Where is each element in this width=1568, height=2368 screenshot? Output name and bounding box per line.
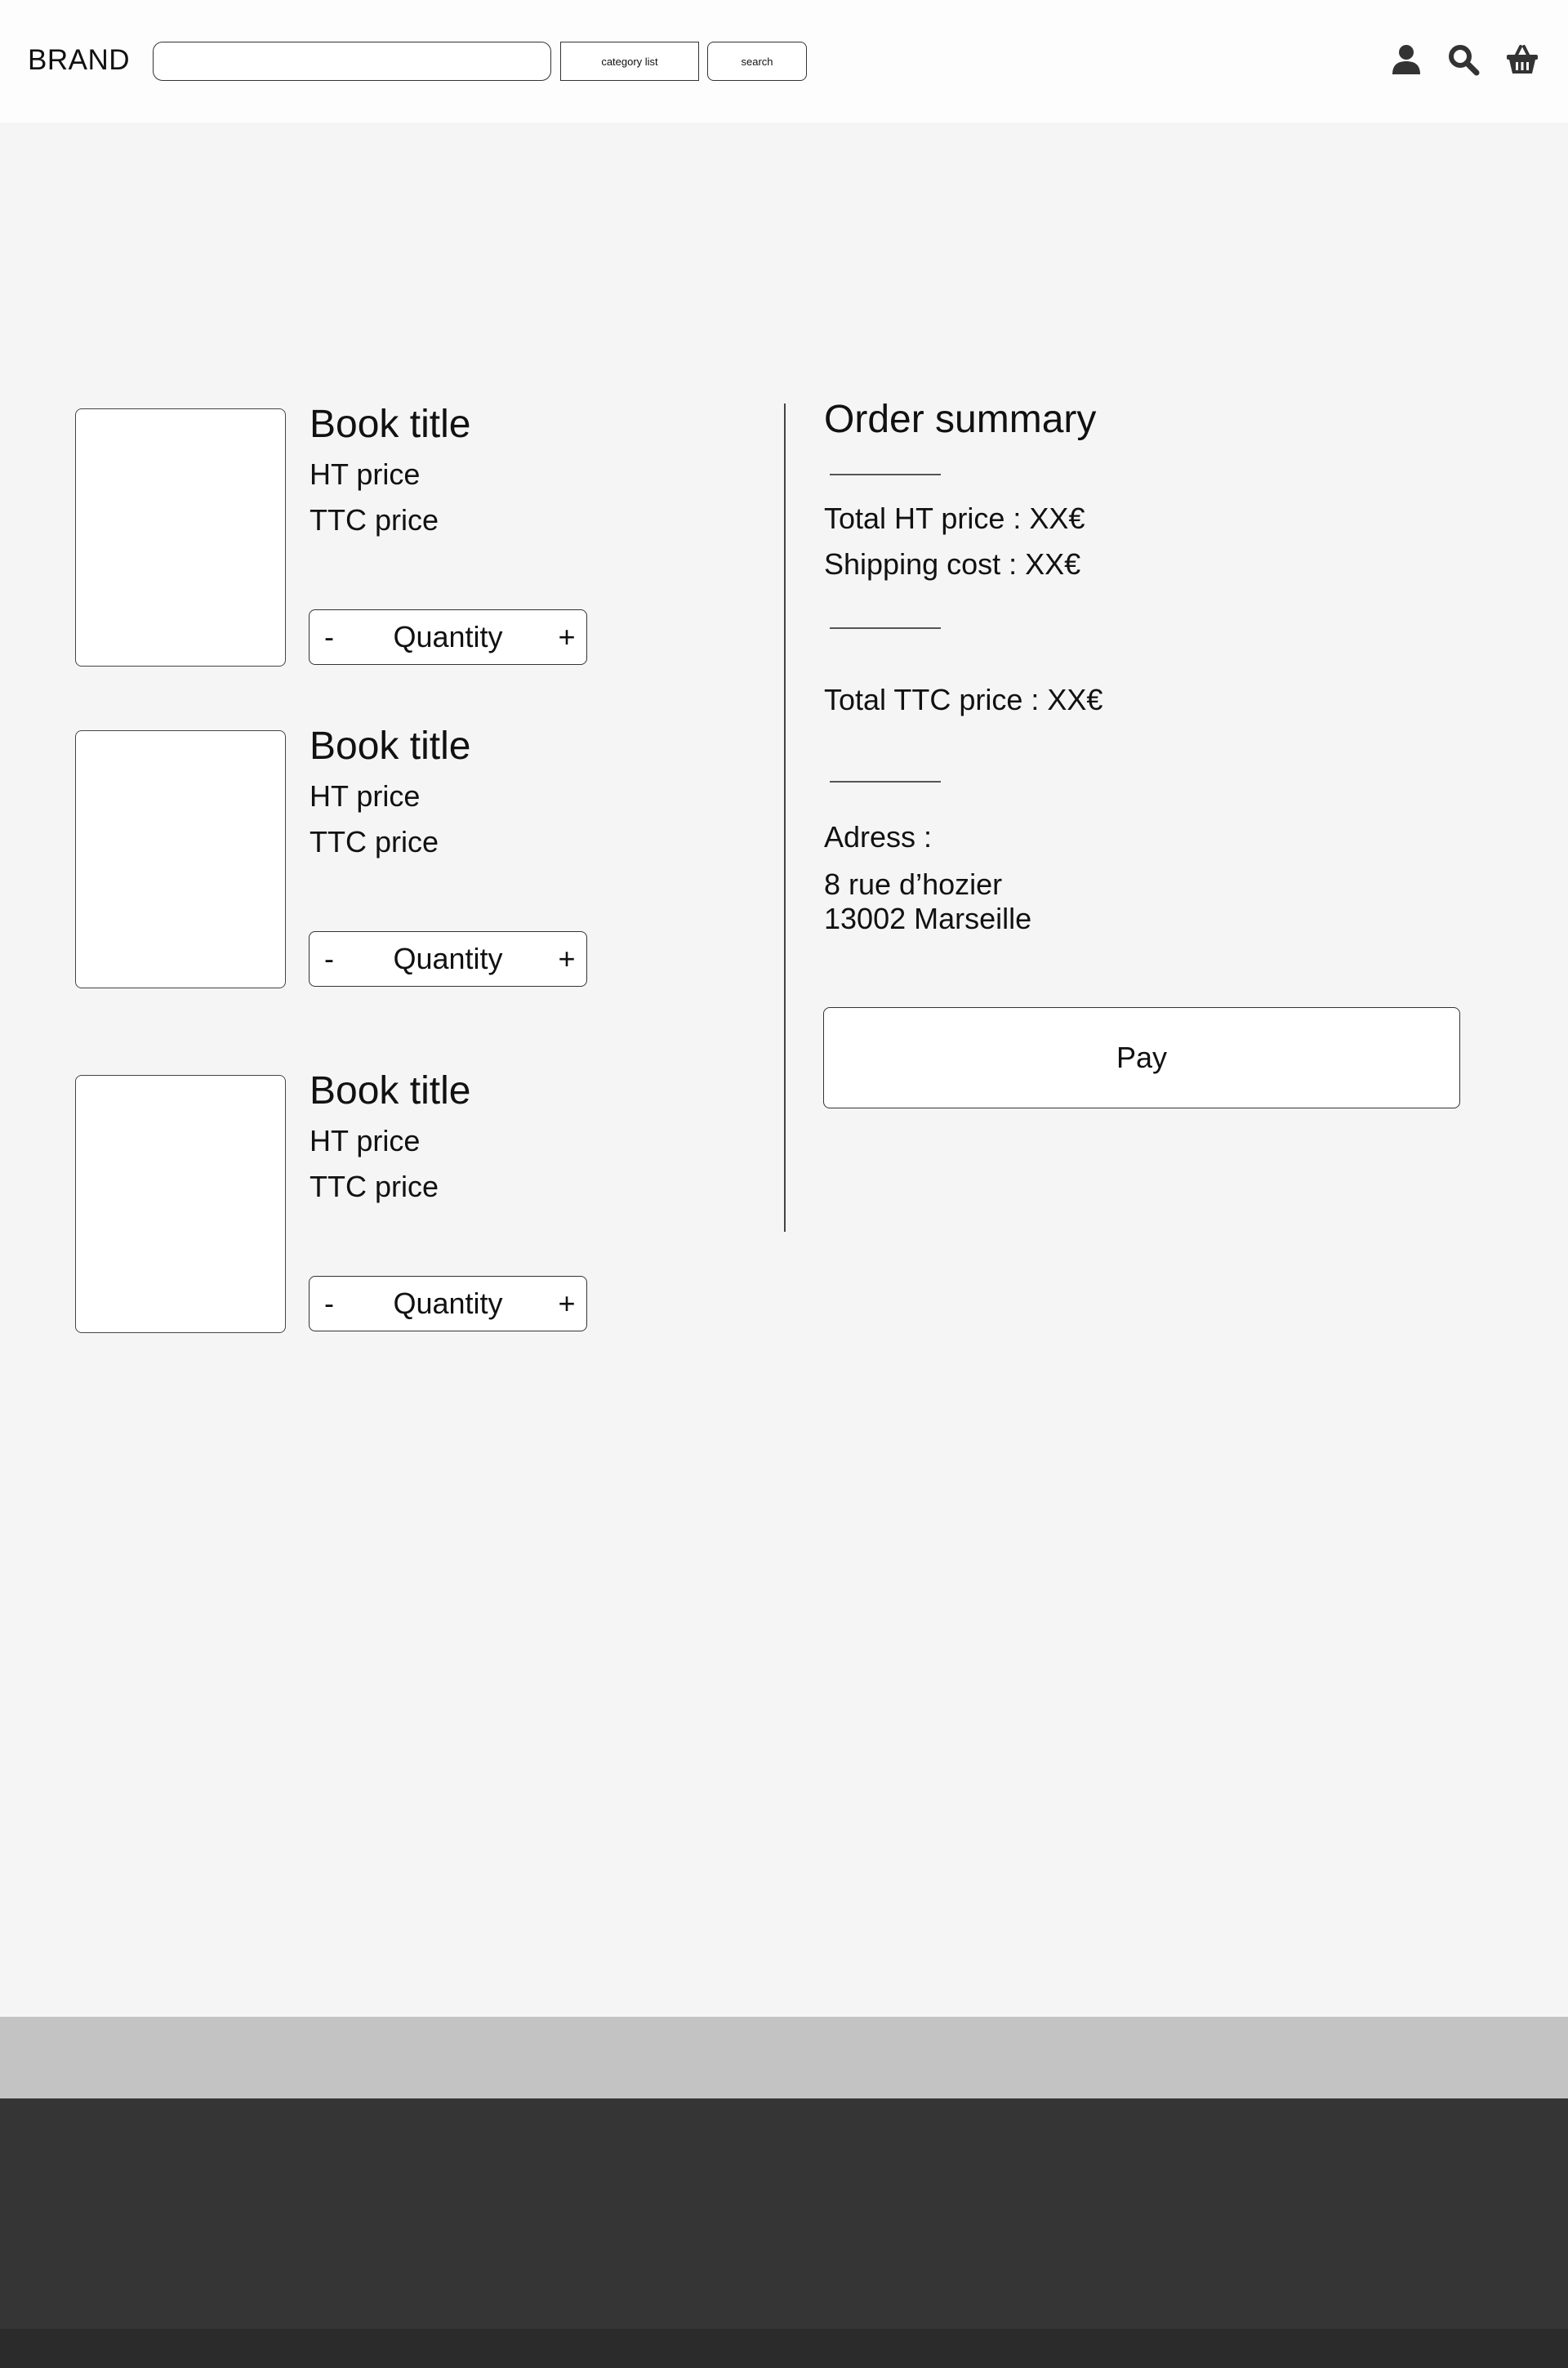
book-title[interactable]: Book title (310, 1068, 470, 1113)
order-summary-title: Order summary (824, 398, 1097, 441)
column-divider (784, 404, 786, 1232)
category-select[interactable]: category list (560, 42, 699, 81)
footer (0, 2098, 1568, 2329)
search-button[interactable]: search (707, 42, 807, 81)
summary-rule (830, 781, 941, 783)
total-ttc-price: Total TTC price : XX€ (824, 683, 1103, 716)
cart-item: Book title HT price TTC price - Quantity… (75, 725, 598, 992)
search-button-label: search (741, 55, 773, 68)
book-title[interactable]: Book title (310, 724, 470, 769)
ttc-price: TTC price (310, 1170, 439, 1203)
cart-item: Book title HT price TTC price - Quantity… (75, 1069, 598, 1336)
ttc-price: TTC price (310, 825, 439, 858)
category-select-label: category list (601, 55, 658, 68)
total-ht-price: Total HT price : XX€ (824, 502, 1085, 535)
ht-price: HT price (310, 779, 421, 813)
ht-price: HT price (310, 1124, 421, 1157)
basket-icon[interactable] (1505, 42, 1539, 77)
book-cover-image[interactable] (75, 408, 286, 667)
shipping-cost: Shipping cost : XX€ (824, 547, 1081, 581)
user-icon[interactable] (1389, 42, 1423, 77)
search-input[interactable] (153, 42, 551, 81)
decrease-quantity-button[interactable]: - (310, 610, 349, 664)
quantity-stepper: - Quantity + (309, 931, 587, 987)
search-icon[interactable] (1446, 42, 1481, 77)
ttc-price: TTC price (310, 503, 439, 537)
address-line-2: 13002 Marseille (824, 902, 1032, 935)
decrease-quantity-button[interactable]: - (310, 1277, 349, 1331)
increase-quantity-button[interactable]: + (547, 610, 586, 664)
summary-rule (830, 627, 941, 629)
book-cover-image[interactable] (75, 1075, 286, 1333)
top-header: BRAND category list search (0, 0, 1568, 123)
book-title[interactable]: Book title (310, 402, 470, 447)
quantity-stepper: - Quantity + (309, 1276, 587, 1331)
decrease-quantity-button[interactable]: - (310, 932, 349, 986)
footer-bottom-bar (0, 2329, 1568, 2368)
ht-price: HT price (310, 457, 421, 491)
footer-band (0, 2017, 1568, 2098)
quantity-stepper: - Quantity + (309, 609, 587, 665)
book-cover-image[interactable] (75, 730, 286, 988)
summary-rule (830, 474, 941, 475)
increase-quantity-button[interactable]: + (547, 1277, 586, 1331)
address-label: Adress : (824, 820, 933, 854)
pay-button-label: Pay (1116, 1041, 1168, 1074)
quantity-label: Quantity (393, 620, 503, 653)
brand-logo[interactable]: BRAND (28, 44, 130, 77)
address-line-1: 8 rue d’hozier (824, 867, 1003, 901)
cart-item: Book title HT price TTC price - Quantity… (75, 403, 598, 670)
increase-quantity-button[interactable]: + (547, 932, 586, 986)
quantity-label: Quantity (393, 942, 503, 975)
pay-button[interactable]: Pay (823, 1007, 1460, 1108)
quantity-label: Quantity (393, 1287, 503, 1320)
